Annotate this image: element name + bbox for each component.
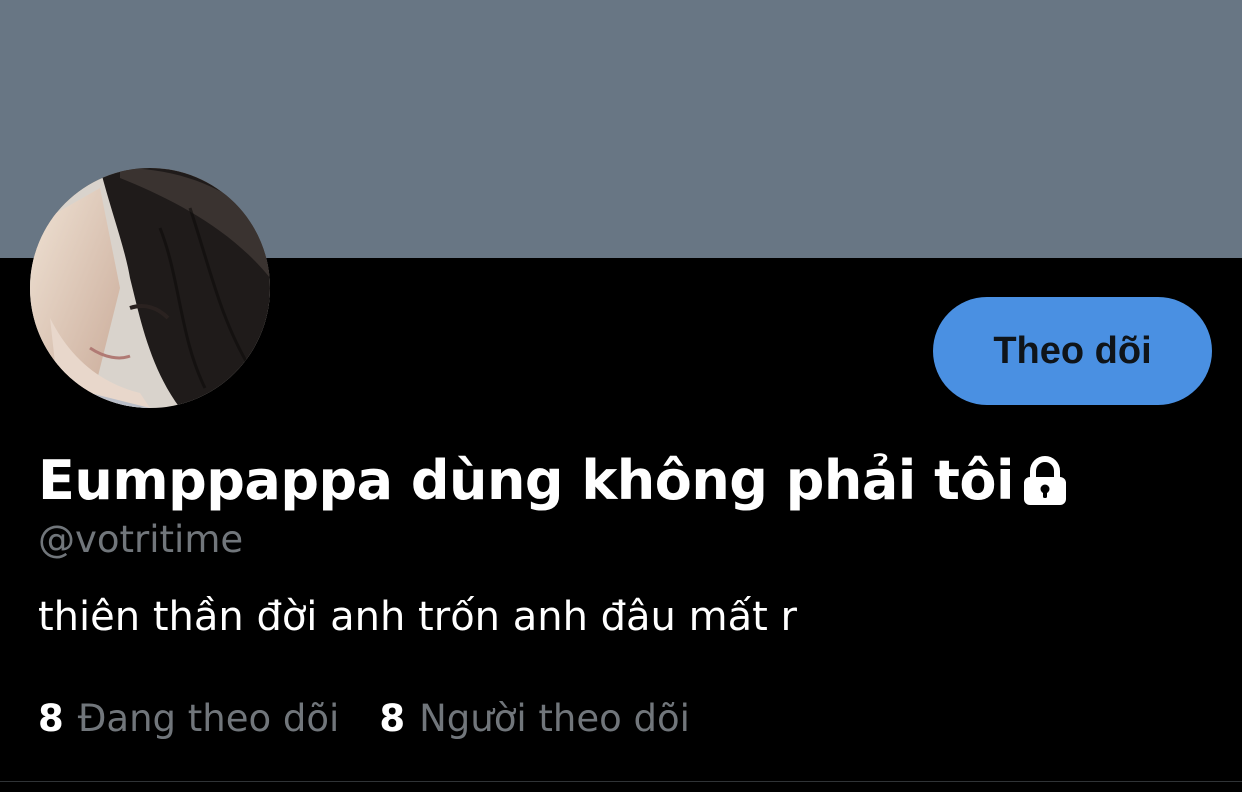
followers-link[interactable]: 8 Người theo dõi (379, 697, 690, 740)
avatar-photo (30, 168, 270, 408)
followers-count: 8 (379, 697, 406, 740)
avatar[interactable] (30, 168, 270, 408)
handle: @votritime (38, 518, 244, 561)
display-name-row: Eumppappa dùng không phải tôi (38, 440, 1068, 520)
following-link[interactable]: 8 Đang theo dõi (38, 697, 339, 740)
following-count: 8 (38, 697, 64, 740)
divider (0, 781, 1242, 782)
display-name: Eumppappa dùng không phải tôi (38, 448, 1015, 512)
lock-icon (1022, 455, 1068, 511)
followers-label: Người theo dõi (419, 697, 690, 740)
bio: thiên thần đời anh trốn anh đâu mất r (38, 594, 797, 640)
following-label: Đang theo dõi (77, 697, 340, 740)
profile-stats: 8 Đang theo dõi 8 Người theo dõi (38, 697, 690, 740)
follow-button[interactable]: Theo dõi (933, 297, 1212, 405)
